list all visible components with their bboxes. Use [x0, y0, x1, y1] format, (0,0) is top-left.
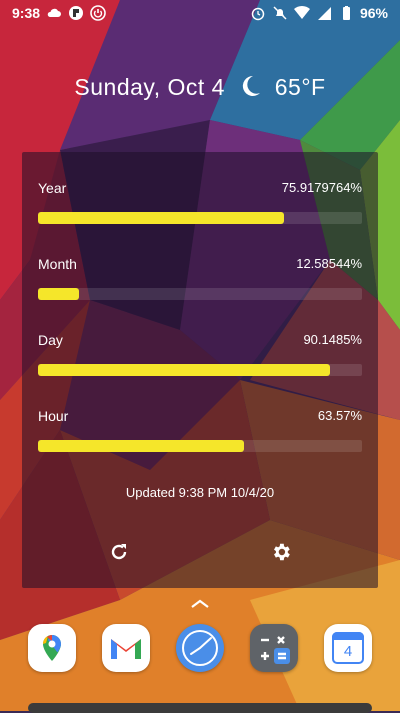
- row-value: 63.57%: [317, 408, 362, 423]
- do-not-disturb-off-icon: [273, 6, 287, 20]
- refresh-icon: [111, 544, 127, 560]
- gesture-handle[interactable]: [28, 703, 372, 713]
- chevron-up-icon[interactable]: [188, 596, 212, 610]
- calendar-app-icon[interactable]: 4: [324, 624, 372, 672]
- temperature-text: 65°F: [274, 74, 326, 100]
- row-value: 90.1485%: [303, 332, 362, 347]
- row-label: Year: [38, 180, 67, 196]
- progress-track: [38, 212, 362, 224]
- refresh-button[interactable]: [105, 538, 133, 566]
- gmail-app-icon[interactable]: [102, 624, 150, 672]
- power-app-icon: [90, 5, 106, 21]
- status-time: 9:38: [12, 5, 41, 21]
- settings-button[interactable]: [267, 538, 295, 566]
- crescent-moon-icon: [242, 75, 260, 96]
- calendar-day: 4: [343, 642, 353, 660]
- progress-fill: [38, 364, 330, 376]
- battery-percent: 96%: [359, 5, 388, 21]
- notification-app-icon: [69, 6, 84, 20]
- maps-app-icon[interactable]: [28, 624, 76, 672]
- row-label: Hour: [38, 408, 69, 424]
- battery-icon: [342, 6, 350, 20]
- progress-fill: [38, 288, 79, 300]
- row-label: Month: [38, 256, 77, 272]
- progress-track: [38, 364, 362, 376]
- updated-timestamp: Updated 9:38 PM 10/4/20: [125, 485, 275, 500]
- row-value: 12.58544%: [296, 256, 362, 271]
- status-bar: 9:38 96%: [0, 0, 400, 26]
- calculator-app-icon[interactable]: [250, 624, 298, 672]
- alarm-icon: [251, 7, 265, 21]
- progress-track: [38, 440, 362, 452]
- calendar-icon: 4: [332, 632, 364, 664]
- row-value: 75.9179764%: [281, 180, 362, 195]
- progress-track: [38, 288, 362, 300]
- wifi-icon: [293, 5, 310, 20]
- progress-fill: [38, 440, 245, 452]
- clock-app-icon[interactable]: [176, 624, 224, 672]
- date-text: Sunday, Oct 4: [74, 74, 225, 100]
- progress-fill: [38, 212, 284, 224]
- gear-icon: [274, 543, 290, 561]
- progress-widget: Year 75.9179764% Month 12.58544% Day 90.…: [22, 152, 378, 588]
- calculator-icon: [261, 636, 290, 664]
- row-label: Day: [38, 332, 63, 348]
- map-pin-icon: [43, 635, 61, 661]
- clock-icon: [182, 630, 218, 666]
- app-dock: 4: [0, 624, 400, 676]
- cloud-icon: [47, 8, 62, 17]
- date-weather-header[interactable]: Sunday, Oct 4 65°F: [0, 74, 400, 101]
- envelope-icon: [111, 639, 141, 659]
- cell-signal-icon: [317, 7, 331, 20]
